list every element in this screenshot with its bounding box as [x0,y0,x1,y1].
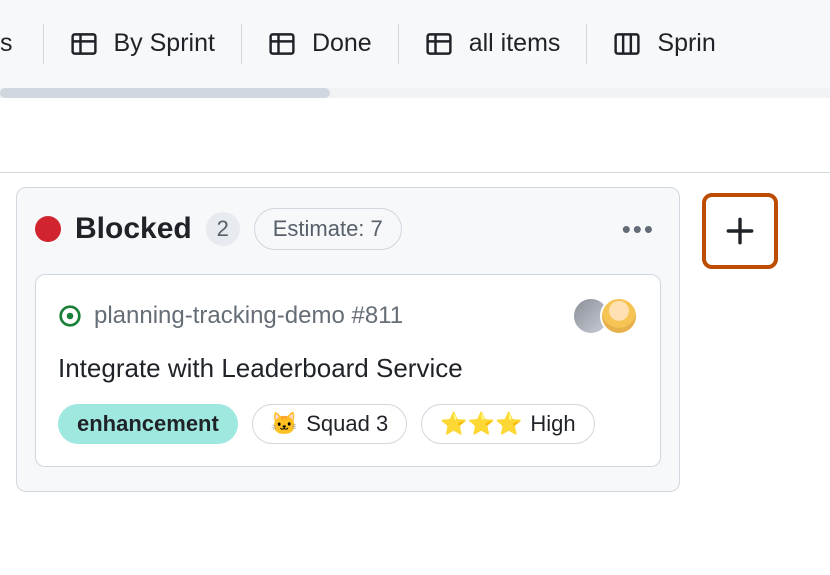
tab-divider [586,24,587,64]
assignee-avatars[interactable] [572,297,638,335]
tab-label: By Sprint [114,29,215,58]
tab-cutoff-right[interactable]: Sprin [605,23,715,64]
issue-open-icon [58,304,82,328]
tab-label: Sprin [657,29,715,58]
tabstrip-scrollbar[interactable] [0,88,830,98]
tab-by-sprint[interactable]: By Sprint [62,23,223,64]
issue-labels: enhancement 🐱 Squad 3 ⭐⭐⭐ High [58,404,638,444]
tab-divider [241,24,242,64]
label-enhancement[interactable]: enhancement [58,404,238,444]
column-estimate-badge: Estimate: 7 [254,208,402,250]
issue-repo-ref: planning-tracking-demo #811 [94,302,403,330]
label-text: enhancement [77,411,219,437]
label-squad[interactable]: 🐱 Squad 3 [252,404,407,444]
tab-cutoff-left: s [0,29,25,58]
cat-emoji-icon: 🐱 [271,413,298,435]
table-icon [268,30,296,58]
board-area: Blocked 2 Estimate: 7 ••• planning-track… [0,172,830,575]
column-menu-button[interactable]: ••• [616,210,661,249]
label-priority[interactable]: ⭐⭐⭐ High [421,404,594,444]
label-text: High [530,411,575,437]
issue-card[interactable]: planning-tracking-demo #811 Integrate wi… [35,274,661,467]
label-text: Squad 3 [306,411,388,437]
tab-label: all items [469,29,561,58]
tab-all-items[interactable]: all items [417,23,569,64]
avatar [600,297,638,335]
tab-divider [43,24,44,64]
add-column-button[interactable] [702,193,778,269]
table-icon [70,30,98,58]
column-count-badge: 2 [206,212,240,246]
star-emoji-icon: ⭐⭐⭐ [440,413,522,435]
status-dot-icon [35,216,61,242]
tab-divider [398,24,399,64]
tab-label: Done [312,29,372,58]
board-column-blocked: Blocked 2 Estimate: 7 ••• planning-track… [16,187,680,492]
table-icon [425,30,453,58]
board-icon [613,30,641,58]
issue-title: Integrate with Leaderboard Service [58,353,638,384]
plus-icon [723,214,757,248]
column-header: Blocked 2 Estimate: 7 ••• [35,208,661,250]
tab-done[interactable]: Done [260,23,380,64]
card-header: planning-tracking-demo #811 [58,297,638,335]
view-tabstrip: s By Sprint Done all items [0,0,830,88]
column-title: Blocked [75,212,192,246]
